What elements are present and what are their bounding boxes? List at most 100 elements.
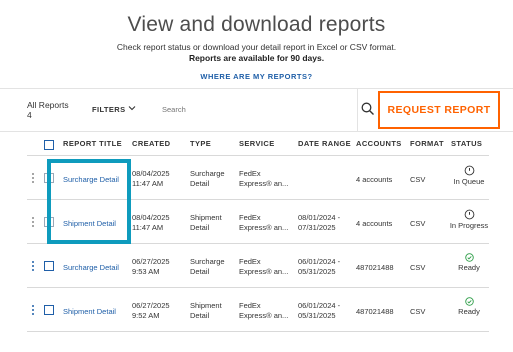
accounts-cell: 487021488 [356, 307, 394, 316]
date-range-line-2: 05/31/2025 [298, 311, 336, 320]
status-badge: Ready [444, 297, 494, 317]
report-title-link[interactable]: Shipment Detail [63, 307, 116, 317]
type-line-2: Detail [190, 179, 210, 188]
row-actions-menu-icon[interactable] [32, 173, 35, 185]
format-cell: CSV [410, 219, 426, 228]
created-time: 9:52 AM [132, 311, 160, 320]
type-line-1: Surcharge [190, 257, 225, 266]
status-label: Ready [458, 307, 480, 316]
row-checkbox[interactable] [44, 305, 54, 315]
service-line-1: FedEx [239, 257, 261, 266]
search-input[interactable] [162, 105, 342, 114]
service-line-2: Express® an... [239, 223, 289, 232]
page-title: View and download reports [127, 13, 386, 36]
created-cell: 08/04/2025 11:47 AM [132, 169, 170, 189]
format-cell: CSV [410, 307, 426, 316]
status-label: Ready [458, 263, 480, 272]
service-line-1: FedEx [239, 169, 261, 178]
all-reports-number: 4 [27, 110, 32, 120]
type-cell: Surcharge Detail [190, 169, 225, 189]
all-reports-count: All Reports 4 [27, 100, 69, 120]
search-icon [361, 102, 374, 115]
accounts-cell: 487021488 [356, 263, 394, 272]
highlight-box [47, 159, 131, 244]
status-badge: In Progress [444, 209, 494, 231]
all-reports-label: All Reports [27, 100, 69, 110]
service-line-2: Express® an... [239, 311, 289, 320]
date-range-cell: 08/01/2024 - 07/31/2025 [298, 213, 340, 233]
date-range-line-2: 05/31/2025 [298, 267, 336, 276]
request-report-button[interactable]: REQUEST REPORT [378, 91, 500, 129]
format-cell: CSV [410, 263, 426, 272]
service-line-2: Express® an... [239, 179, 289, 188]
clock-icon [464, 165, 474, 176]
created-date: 08/04/2025 [132, 169, 170, 178]
select-all-checkbox[interactable] [44, 140, 54, 150]
type-cell: Shipment Detail [190, 213, 222, 233]
type-cell: Surcharge Detail [190, 257, 225, 277]
date-range-cell: 06/01/2024 - 05/31/2025 [298, 257, 340, 277]
clock-icon [464, 209, 474, 220]
row-checkbox[interactable] [44, 261, 54, 271]
accounts-cell: 4 accounts [356, 175, 393, 184]
column-header-date-range[interactable]: DATE RANGE [298, 136, 351, 156]
service-cell: FedEx Express® an... [239, 169, 288, 189]
created-cell: 08/04/2025 11:47 AM [132, 213, 170, 233]
column-header-service[interactable]: SERVICE [239, 136, 275, 156]
date-range-line-1: 06/01/2024 - [298, 257, 341, 266]
service-cell: FedEx Express® an... [239, 301, 288, 321]
table-row[interactable]: Shipment Detail 06/27/2025 9:52 AM Shipm… [0, 288, 513, 332]
chevron-down-icon[interactable] [128, 104, 136, 112]
status-label: In Progress [449, 221, 489, 230]
service-line-1: FedEx [239, 301, 261, 310]
type-line-1: Shipment [190, 301, 222, 310]
date-range-line-1: 08/01/2024 - [298, 213, 341, 222]
created-date: 06/27/2025 [132, 301, 170, 310]
column-header-format[interactable]: FORMAT [410, 136, 444, 156]
search-button[interactable] [357, 89, 379, 132]
status-badge: In Queue [444, 165, 494, 187]
status-badge: Ready [444, 253, 494, 273]
type-line-1: Surcharge [190, 169, 225, 178]
where-are-my-reports-link[interactable]: WHERE ARE MY REPORTS? [0, 72, 513, 81]
date-range-cell: 06/01/2024 - 05/31/2025 [298, 301, 340, 321]
row-actions-menu-icon[interactable] [32, 305, 35, 317]
check-circle-icon [464, 297, 474, 306]
type-line-1: Shipment [190, 213, 222, 222]
service-line-1: FedEx [239, 213, 261, 222]
created-date: 08/04/2025 [132, 213, 170, 222]
check-circle-icon [464, 253, 474, 262]
page-subtitle: Check report status or download your det… [116, 42, 397, 52]
type-line-2: Detail [190, 311, 210, 320]
date-range-line-1: 06/01/2024 - [298, 301, 341, 310]
table-row[interactable]: Surcharge Detail 06/27/2025 9:53 AM Surc… [0, 244, 513, 288]
column-header-status[interactable]: STATUS [451, 136, 482, 156]
created-time: 9:53 AM [132, 267, 160, 276]
type-line-2: Detail [190, 267, 210, 276]
column-header-created[interactable]: CREATED [132, 136, 171, 156]
service-cell: FedEx Express® an... [239, 213, 288, 233]
column-header-type[interactable]: TYPE [190, 136, 211, 156]
service-line-2: Express® an... [239, 267, 289, 276]
filters-button[interactable]: FILTERS [92, 105, 126, 114]
column-header-report-title[interactable]: REPORT TITLE [63, 136, 122, 156]
date-range-line-2: 07/31/2025 [298, 223, 336, 232]
type-cell: Shipment Detail [190, 301, 222, 321]
created-cell: 06/27/2025 9:52 AM [132, 301, 170, 321]
availability-note: Reports are available for 90 days. [188, 53, 325, 63]
created-time: 11:47 AM [132, 179, 164, 188]
created-cell: 06/27/2025 9:53 AM [132, 257, 170, 277]
report-title-link[interactable]: Surcharge Detail [63, 263, 119, 273]
type-line-2: Detail [190, 223, 210, 232]
column-header-accounts[interactable]: ACCOUNTS [356, 136, 402, 156]
row-actions-menu-icon[interactable] [32, 217, 35, 229]
status-label: In Queue [453, 177, 485, 186]
reports-toolbar: All Reports 4 FILTERS REQUEST REPORT [0, 88, 513, 132]
created-time: 11:47 AM [132, 223, 164, 232]
created-date: 06/27/2025 [132, 257, 170, 266]
accounts-cell: 4 accounts [356, 219, 393, 228]
row-divider [27, 331, 489, 332]
format-cell: CSV [410, 175, 426, 184]
row-actions-menu-icon[interactable] [32, 261, 35, 273]
service-cell: FedEx Express® an... [239, 257, 288, 277]
